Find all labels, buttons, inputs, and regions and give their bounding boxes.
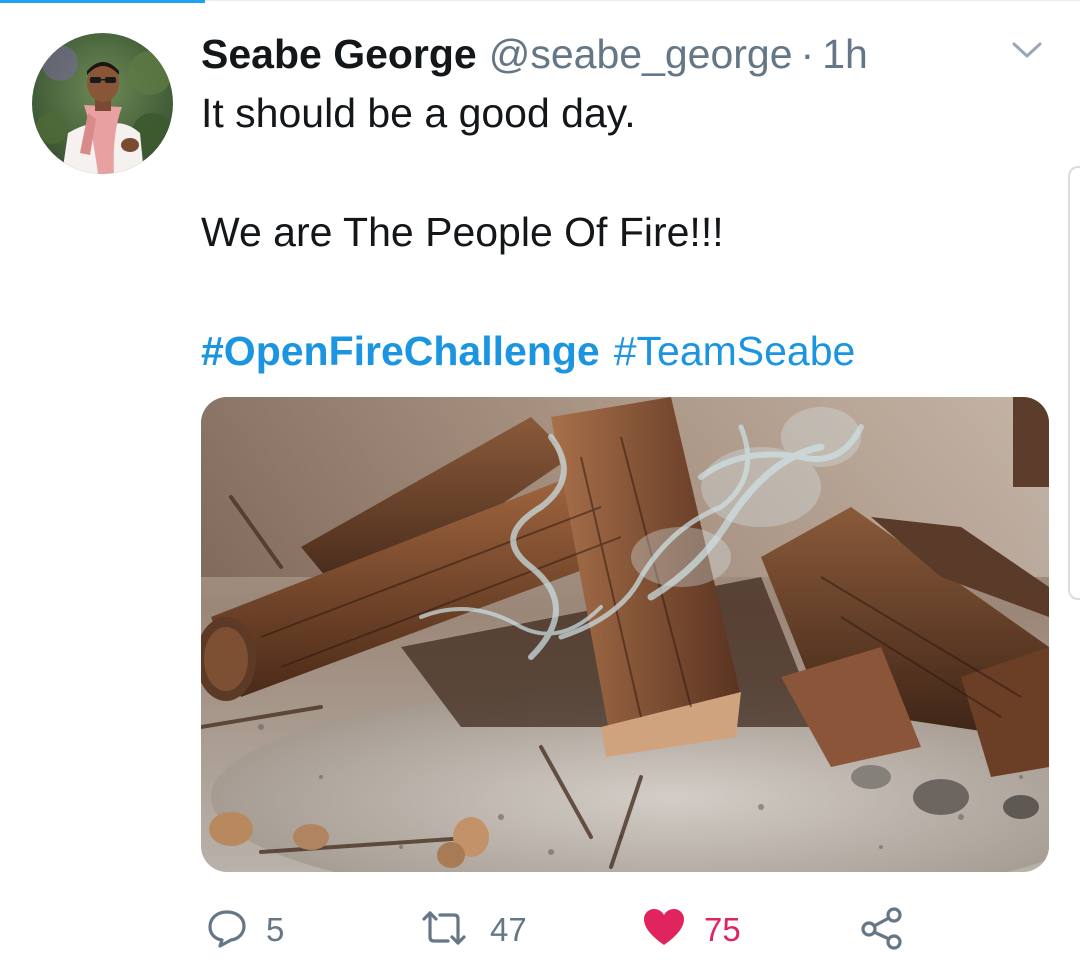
tweet-text-line-1: It should be a good day. <box>201 90 636 136</box>
hashtag-link[interactable]: #TeamSeabe <box>614 328 856 374</box>
retweet-button[interactable]: 47 <box>416 900 527 960</box>
like-count: 75 <box>704 911 741 948</box>
retweet-count: 47 <box>490 911 527 948</box>
retweet-icon <box>416 907 472 954</box>
tweet-header: Seabe George @seabe_george · 1h <box>201 30 868 80</box>
avatar[interactable] <box>32 33 173 174</box>
reply-button[interactable]: 5 <box>206 900 284 960</box>
user-handle[interactable]: @seabe_george <box>489 30 793 78</box>
tweet-actions: 5 47 75 <box>0 900 1080 960</box>
tweet-text-line-2: We are The People Of Fire!!! <box>201 209 724 255</box>
reply-icon <box>206 907 248 954</box>
share-button[interactable] <box>860 900 904 960</box>
separator-dot: · <box>800 31 815 77</box>
share-icon <box>860 906 904 955</box>
tweet-photo[interactable] <box>201 397 1049 872</box>
like-button[interactable]: 75 <box>642 900 741 960</box>
reply-count: 5 <box>266 911 285 948</box>
display-name[interactable]: Seabe George <box>201 30 477 78</box>
tweet-screen: Seabe George @seabe_george · 1h It shoul… <box>0 0 1080 977</box>
top-divider <box>205 0 1080 1</box>
side-handle[interactable] <box>1068 166 1080 600</box>
chevron-down-icon[interactable] <box>1010 36 1044 64</box>
hashtags: #OpenFireChallenge #TeamSeabe <box>201 327 855 375</box>
timestamp[interactable]: 1h <box>822 30 868 78</box>
hashtag-link[interactable]: #OpenFireChallenge <box>201 328 600 374</box>
heart-icon <box>642 907 686 954</box>
tab-indicator <box>0 0 205 3</box>
